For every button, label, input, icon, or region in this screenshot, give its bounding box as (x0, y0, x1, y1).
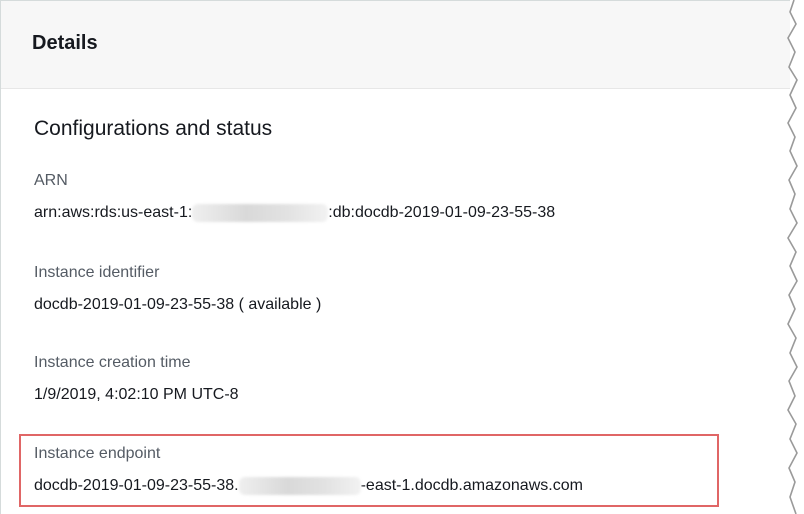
arn-prefix: arn:aws:rds:us-east-1: (34, 204, 193, 221)
panel-header: Details (1, 1, 790, 89)
panel-title: Details (32, 32, 98, 54)
arn-value: arn:aws:rds:us-east-1: :db:docdb-2019-01-… (34, 203, 555, 223)
instance-identifier-label: Instance identifier (34, 264, 160, 281)
endpoint-highlight-box (19, 434, 719, 507)
redacted-account-id (192, 203, 329, 222)
section-title: Configurations and status (34, 117, 273, 140)
arn-suffix: :db:docdb-2019-01-09-23-55-38 (328, 204, 556, 221)
torn-edge-decoration (787, 0, 804, 514)
details-panel: Details Configurations and status ARN ar… (0, 0, 790, 514)
creation-time-value: 1/9/2019, 4:02:10 PM UTC-8 (34, 386, 239, 403)
arn-label: ARN (34, 172, 68, 189)
screenshot-page: Details Configurations and status ARN ar… (0, 0, 804, 514)
creation-time-label: Instance creation time (34, 354, 191, 371)
instance-identifier-value: docdb-2019-01-09-23-55-38 ( available ) (34, 296, 322, 313)
